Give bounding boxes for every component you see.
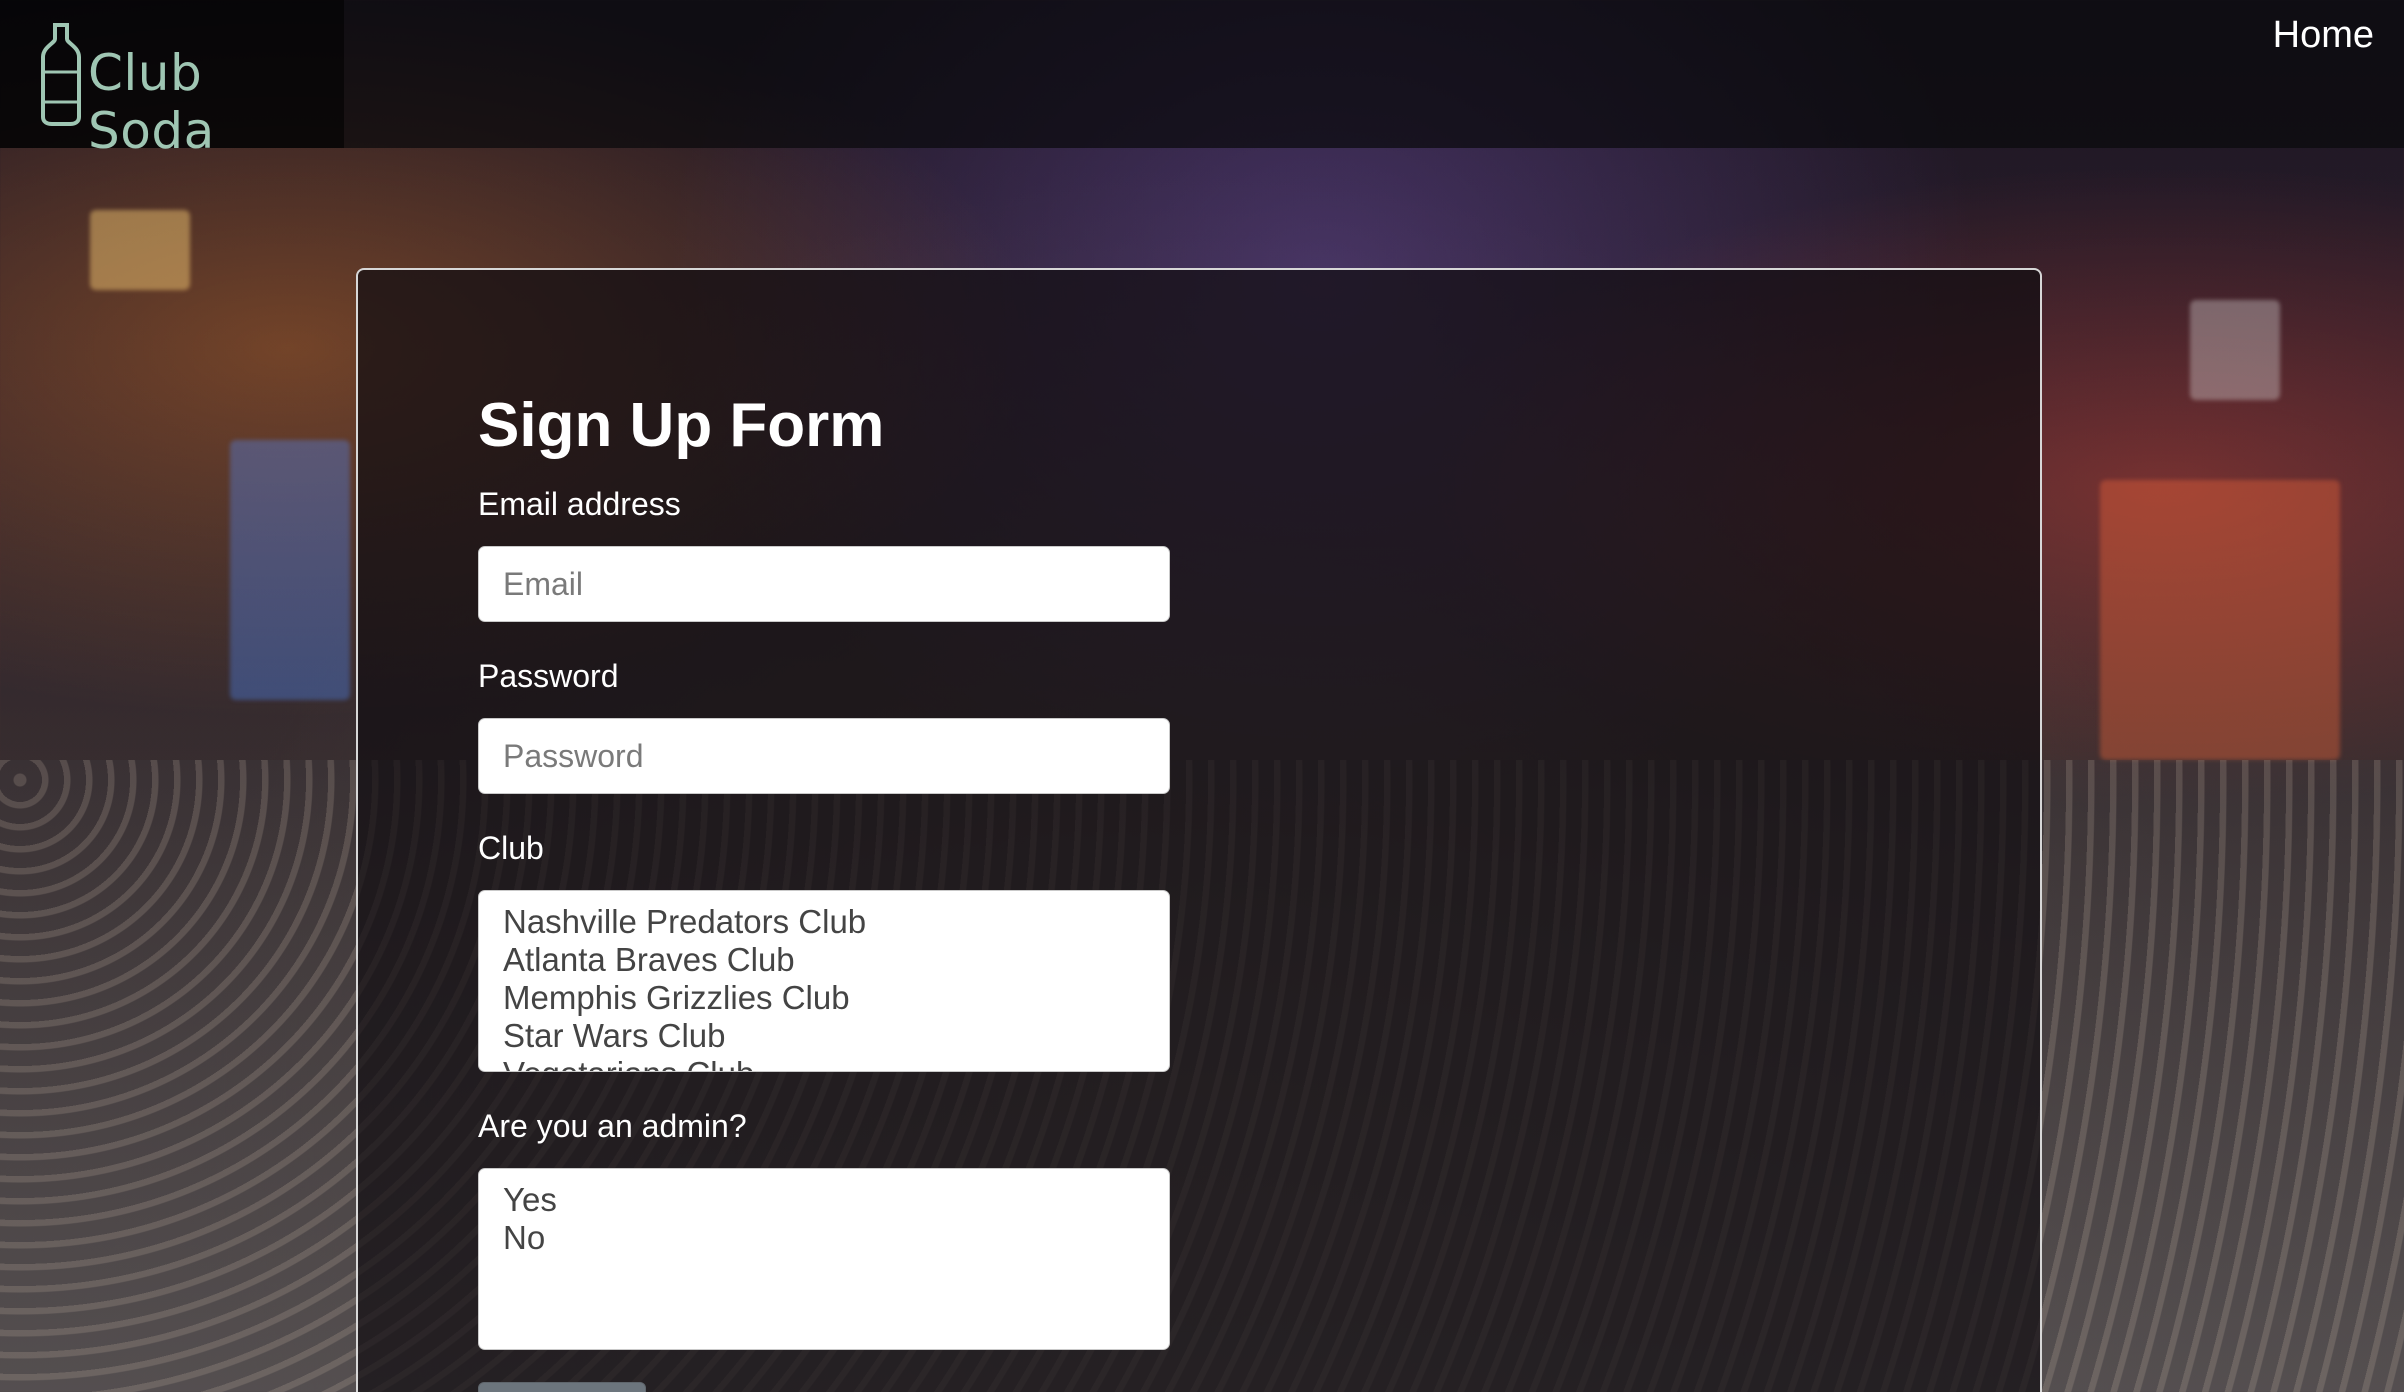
admin-option[interactable]: Yes — [503, 1181, 1169, 1219]
navbar: Club Soda Home — [0, 0, 2404, 160]
club-option[interactable]: Star Wars Club — [503, 1017, 1169, 1055]
home-link[interactable]: Home — [2273, 14, 2374, 57]
background-neon-sign — [90, 210, 190, 290]
club-label: Club — [478, 830, 544, 866]
club-option[interactable]: Memphis Grizzlies Club — [503, 979, 1169, 1017]
club-option[interactable]: Nashville Predators Club — [503, 903, 1169, 941]
submit-button[interactable] — [478, 1382, 646, 1392]
password-input[interactable] — [478, 718, 1170, 794]
background-neon-sign — [230, 440, 350, 700]
email-input[interactable] — [478, 546, 1170, 622]
club-option[interactable]: Vegetarians Club — [503, 1055, 1169, 1071]
brand-logo[interactable]: Club Soda — [0, 0, 344, 160]
brand-name: Club Soda — [88, 44, 215, 160]
admin-option[interactable]: No — [503, 1219, 1169, 1257]
club-option[interactable]: Atlanta Braves Club — [503, 941, 1169, 979]
email-label: Email address — [478, 486, 681, 522]
bottle-icon — [41, 23, 81, 126]
password-label: Password — [478, 658, 619, 694]
admin-label: Are you an admin? — [478, 1108, 747, 1144]
background-neon-sign — [2190, 300, 2280, 400]
form-title: Sign Up Form — [478, 391, 885, 460]
club-select[interactable]: Nashville Predators Club Atlanta Braves … — [478, 890, 1170, 1072]
background-neon-sign — [2100, 480, 2340, 760]
admin-select[interactable]: Yes No — [478, 1168, 1170, 1350]
